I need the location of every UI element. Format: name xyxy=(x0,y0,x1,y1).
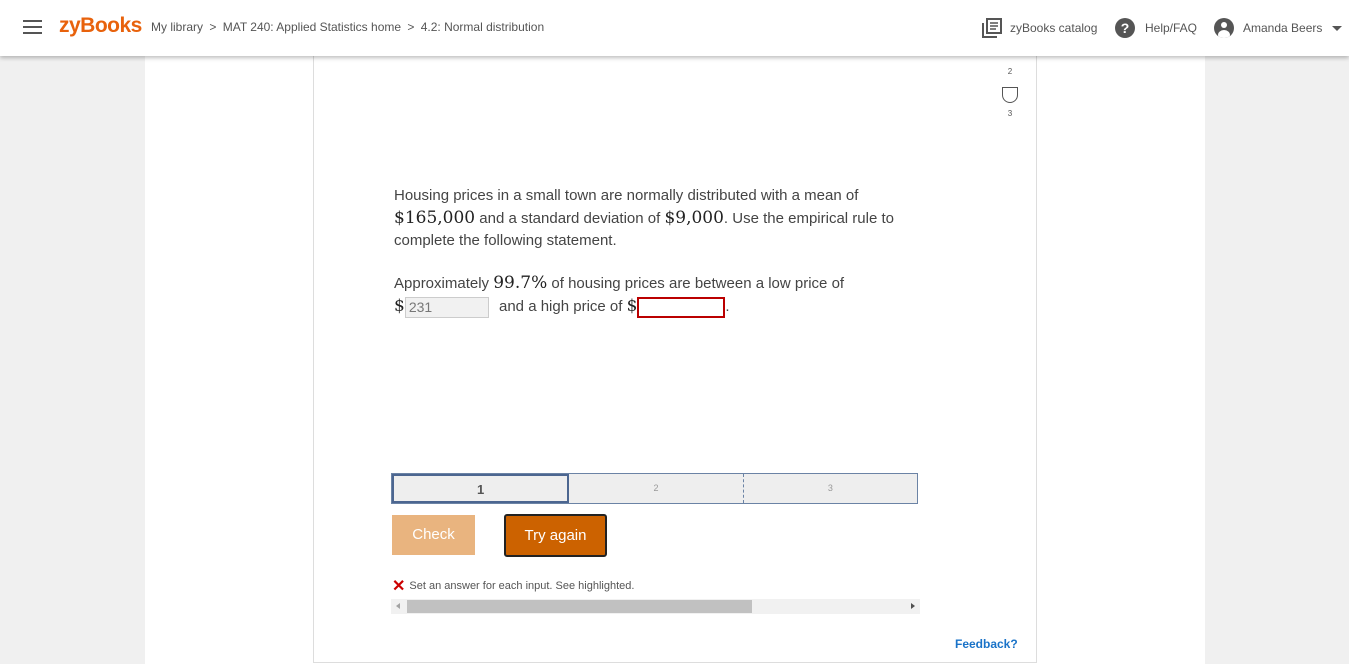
check-button[interactable]: Check xyxy=(392,515,475,555)
catalog-label: zyBooks catalog xyxy=(1010,21,1098,35)
scroll-right-arrow-icon[interactable] xyxy=(911,603,915,609)
breadcrumb-my-library[interactable]: My library xyxy=(151,20,203,34)
breadcrumb: My library > MAT 240: Applied Statistics… xyxy=(151,20,544,34)
high-price-input[interactable] xyxy=(637,296,726,318)
help-icon: ? xyxy=(1115,18,1135,38)
account-icon xyxy=(1214,18,1234,38)
level-number: 3 xyxy=(1007,109,1013,118)
breadcrumb-course-home[interactable]: MAT 240: Applied Statistics home xyxy=(223,20,401,34)
top-bar: zyBooks My library > MAT 240: Applied St… xyxy=(0,0,1349,56)
percent-value: 99.7% xyxy=(493,273,548,293)
horizontal-scrollbar[interactable] xyxy=(391,599,920,614)
scrollbar-thumb[interactable] xyxy=(407,600,752,613)
user-menu[interactable]: Amanda Beers xyxy=(1214,16,1343,40)
zybooks-logo[interactable]: zyBooks xyxy=(59,14,142,38)
sd-value: $9,000 xyxy=(664,208,724,228)
progress-step-3: 3 xyxy=(827,483,833,493)
level-number: 2 xyxy=(1007,67,1013,76)
dollar-sign: $ xyxy=(626,296,638,316)
scroll-left-arrow-icon[interactable] xyxy=(396,603,400,609)
error-x-icon: ✕ xyxy=(392,578,406,595)
help-faq-link[interactable]: ? Help/FAQ xyxy=(1115,16,1197,40)
feedback-link[interactable]: Feedback? xyxy=(955,637,1018,651)
progress-step-2: 2 xyxy=(569,474,744,503)
problem-statement: Housing prices in a small town are norma… xyxy=(394,185,924,318)
level-indicators: 2 3 xyxy=(1000,56,1020,118)
problem-paragraph-1: Housing prices in a small town are norma… xyxy=(394,187,894,249)
user-name: Amanda Beers xyxy=(1243,21,1323,35)
content-card xyxy=(313,56,1037,663)
menu-icon[interactable] xyxy=(23,20,42,34)
breadcrumb-section: 4.2: Normal distribution xyxy=(420,20,545,34)
mean-value: $165,000 xyxy=(394,208,476,228)
error-text: Set an answer for each input. See highli… xyxy=(409,580,635,592)
low-price-input[interactable]: 231 xyxy=(404,296,489,318)
zybooks-catalog-link[interactable]: zyBooks catalog xyxy=(982,16,1097,40)
progress-step-1[interactable]: 1 xyxy=(392,474,570,503)
help-label: Help/FAQ xyxy=(1145,21,1198,35)
level-progress-bar: 1 2 3 xyxy=(391,473,918,504)
period: . xyxy=(725,298,730,315)
level-shield-icon xyxy=(1002,87,1018,103)
breadcrumb-separator: > xyxy=(209,20,217,34)
chevron-down-icon xyxy=(1332,25,1343,31)
dollar-sign: $ xyxy=(394,296,405,316)
try-again-button[interactable]: Try again xyxy=(504,514,607,557)
problem-paragraph-2: Approximately 99.7% of housing prices ar… xyxy=(394,273,845,318)
book-icon xyxy=(982,18,1002,38)
breadcrumb-separator: > xyxy=(407,20,415,34)
error-message: ✕ Set an answer for each input. See highl… xyxy=(392,576,634,596)
